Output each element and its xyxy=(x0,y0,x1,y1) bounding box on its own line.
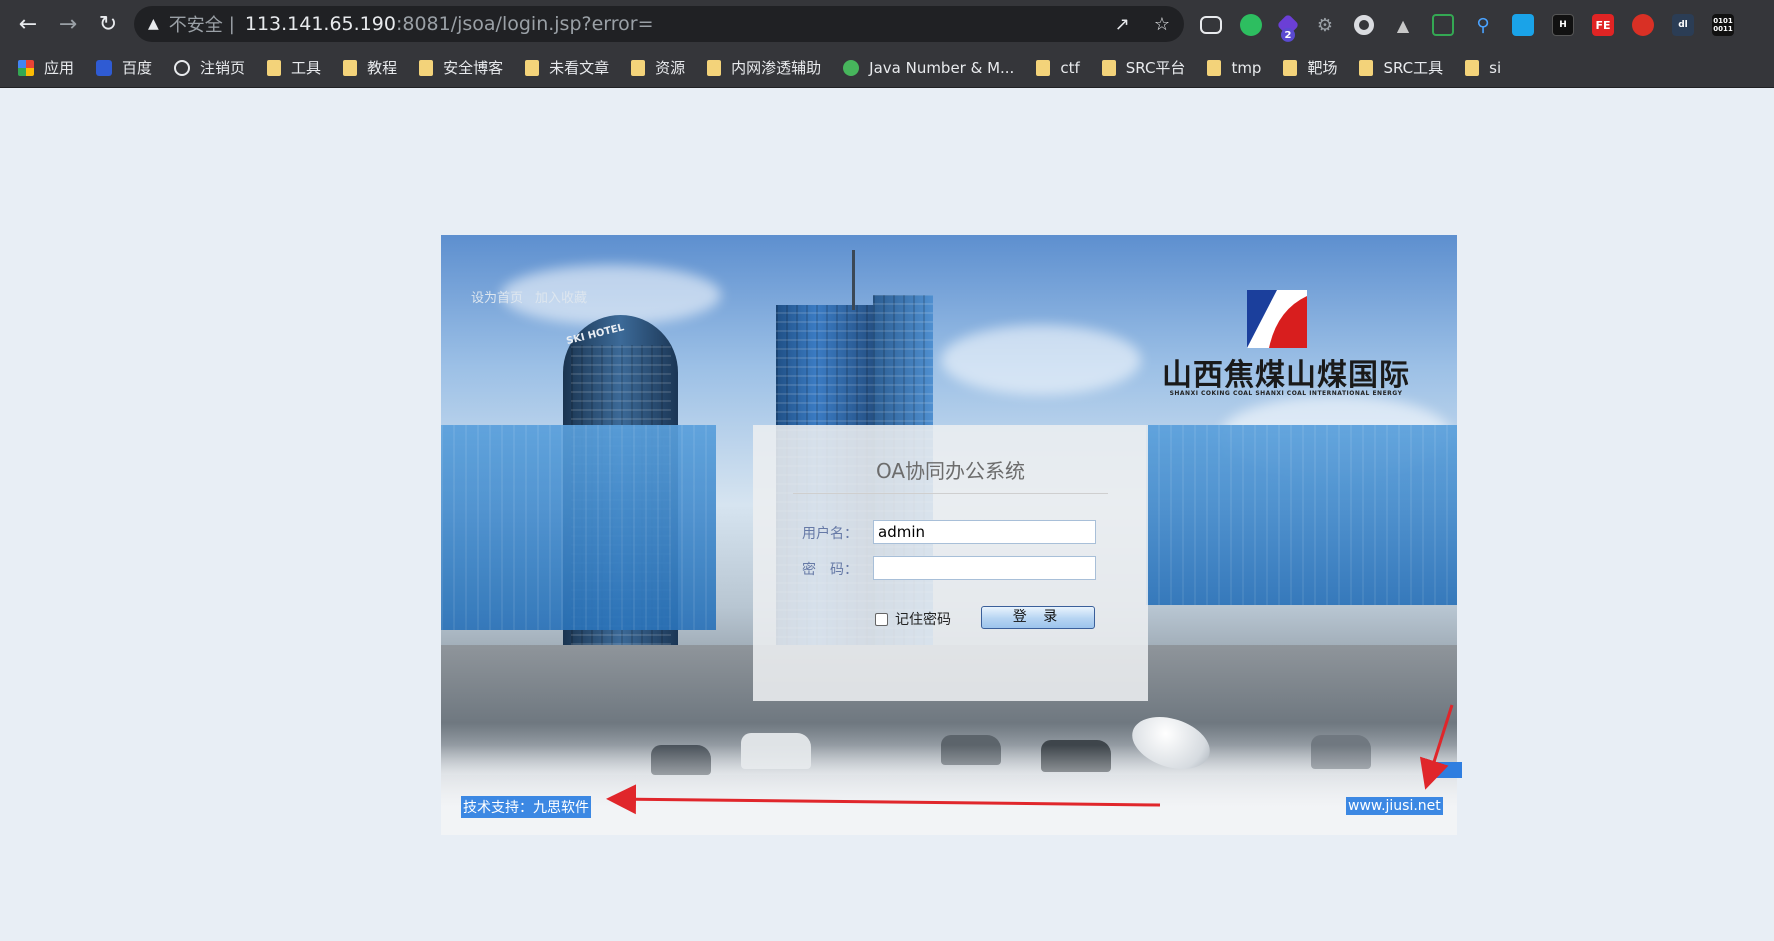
annotation-arrows xyxy=(606,704,1454,815)
arrow-to-site-link xyxy=(1419,704,1454,790)
arrow-to-tech-support xyxy=(606,784,1161,815)
